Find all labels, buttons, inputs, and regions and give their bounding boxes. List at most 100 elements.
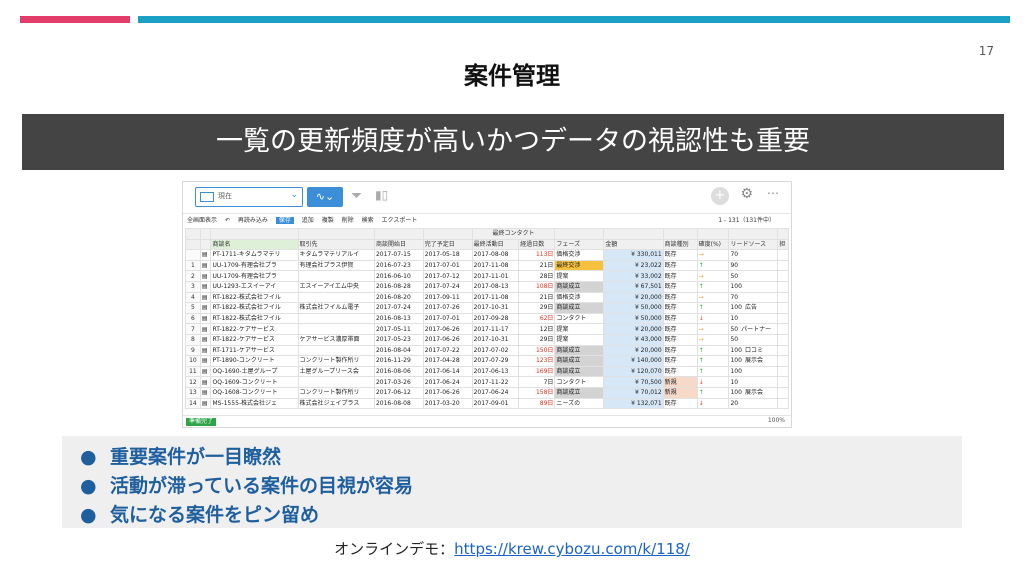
col-header-deal-name[interactable]: 商談名 xyxy=(210,238,299,251)
cell-owner[interactable] xyxy=(777,270,789,282)
cell-client[interactable]: 有理会社プラス伊賀 xyxy=(297,259,375,272)
cell-last-activity[interactable]: 2017-11-01 xyxy=(471,270,520,282)
cell-amount[interactable]: ¥ 50,000 xyxy=(603,312,664,325)
cell-client[interactable]: 株式会社フイルム電子 xyxy=(297,302,375,314)
cell-amount[interactable]: ¥ 50,000 xyxy=(603,302,664,314)
bar-chart-icon[interactable]: ▮▯ xyxy=(375,188,388,202)
cell-direction[interactable]: ↑ xyxy=(696,344,730,357)
cell-deal-name[interactable]: RT-1822-株式会社フイル xyxy=(210,302,299,314)
cell-elapsed-days[interactable]: 123日 xyxy=(518,355,556,367)
cell-elapsed-days[interactable]: 62日 xyxy=(518,312,556,325)
cell-deal-name[interactable]: RT-1822-ケアサービス xyxy=(210,323,299,335)
cell-end-date[interactable]: 2017-06-26 xyxy=(422,333,473,346)
cell-client[interactable] xyxy=(297,291,375,304)
cell-owner[interactable] xyxy=(777,291,789,304)
cell-deal-name[interactable]: OQ-1690-土屋グループ xyxy=(210,365,299,378)
table-row[interactable]: 9 ▤ RT-1711-ケアサービス 2016-08-04 2017-07-22 2017… xyxy=(185,344,789,357)
cell-elapsed-days[interactable]: 108日 xyxy=(518,280,556,293)
table-row[interactable]: 7 ▤ RT-1822-ケアサービス 2017-05-11 2017-06-26 2017… xyxy=(185,323,789,335)
cell-elapsed-days[interactable]: 158日 xyxy=(518,386,556,399)
cell-end-date[interactable]: 2017-07-24 xyxy=(422,280,473,293)
undo-icon[interactable]: ↶ xyxy=(225,217,230,224)
cell-start-date[interactable]: 2017-05-11 xyxy=(373,323,424,335)
col-header-owner[interactable]: 担 xyxy=(777,238,789,251)
cell-amount[interactable]: ¥ 20,000 xyxy=(603,323,664,335)
cell-direction[interactable]: → xyxy=(696,270,730,282)
cell-last-activity[interactable]: 2017-06-13 xyxy=(471,365,520,378)
cell-last-activity[interactable]: 2017-10-31 xyxy=(471,333,520,346)
cell-amount[interactable]: ¥ 140,000 xyxy=(603,355,664,367)
col-header-amount[interactable]: 金額 xyxy=(603,238,664,251)
cell-client[interactable]: コンクリート製作所リ xyxy=(297,355,375,367)
cell-deal-type[interactable]: 既存 xyxy=(662,270,698,282)
cell-last-activity[interactable]: 2017-08-13 xyxy=(471,280,520,293)
cell-client[interactable]: コンクリート製作所リ xyxy=(297,386,375,399)
cell-owner[interactable] xyxy=(777,323,789,335)
search-button[interactable]: 検索 xyxy=(362,217,374,224)
cell-end-date[interactable]: 2017-05-18 xyxy=(422,249,473,261)
cell-deal-name[interactable]: UU-1709-有理会社プラ xyxy=(210,259,299,272)
cell-elapsed-days[interactable]: 113日 xyxy=(518,249,556,261)
table-row[interactable]: 5 ▤ RT-1822-株式会社フイル 株式会社フイルム電子 2017-07-24 201… xyxy=(185,302,789,314)
table-row[interactable]: 3 ▤ UU-1293-エスイーアイ エスイーアイエム中央 2016-08-28 2017… xyxy=(185,280,789,293)
cell-end-date[interactable]: 2017-06-26 xyxy=(422,323,473,335)
cell-deal-name[interactable]: RT-1822-株式会社フイル xyxy=(210,291,299,304)
cell-lead-source[interactable]: 20 xyxy=(728,397,779,410)
cell-direction[interactable]: ↑ xyxy=(696,280,730,293)
col-header-deal-type[interactable]: 商談種別 xyxy=(662,238,698,251)
cell-owner[interactable] xyxy=(777,333,789,346)
cell-amount[interactable]: ¥ 70,012 xyxy=(603,386,664,399)
cell-deal-name[interactable]: OQ-1608-コンクリート xyxy=(210,386,299,399)
cell-amount[interactable]: ¥ 23,022 xyxy=(603,259,664,272)
cell-deal-name[interactable]: RT-1822-株式会社フイル xyxy=(210,312,299,325)
cell-deal-type[interactable]: 新規 xyxy=(662,386,698,399)
cell-lead-source[interactable]: 100 xyxy=(728,280,779,293)
cell-start-date[interactable]: 2016-08-04 xyxy=(373,344,424,357)
cell-elapsed-days[interactable]: 29日 xyxy=(518,333,556,346)
cell-deal-type[interactable]: 既存 xyxy=(662,323,698,335)
cell-phase[interactable]: 提案 xyxy=(554,323,605,335)
cell-direction[interactable]: ↑ xyxy=(696,355,730,367)
table-row[interactable]: 1 ▤ UU-1709-有理会社プラ 有理会社プラス伊賀 2016-07-23 2017-… xyxy=(185,259,789,272)
cell-deal-type[interactable]: 既存 xyxy=(662,333,698,346)
filter-icon[interactable]: ⏷ xyxy=(351,188,362,204)
cell-end-date[interactable]: 2017-04-28 xyxy=(422,355,473,367)
cell-lead-source[interactable]: 100 展示会 xyxy=(728,355,779,367)
demo-link[interactable]: https://krew.cybozu.com/k/118/ xyxy=(454,540,690,558)
cell-elapsed-days[interactable]: 89日 xyxy=(518,397,556,410)
cell-start-date[interactable]: 2016-07-23 xyxy=(373,259,424,272)
cell-lead-source[interactable]: 100 展示会 xyxy=(728,386,779,399)
cell-last-activity[interactable]: 2017-09-01 xyxy=(471,397,520,410)
cell-start-date[interactable]: 2016-08-13 xyxy=(373,312,424,325)
cell-owner[interactable] xyxy=(777,344,789,357)
cell-elapsed-days[interactable]: 169日 xyxy=(518,365,556,378)
cell-elapsed-days[interactable]: 21日 xyxy=(518,259,556,272)
cell-amount[interactable]: ¥ 33,002 xyxy=(603,270,664,282)
cell-deal-name[interactable]: UU-1293-エスイーアイ xyxy=(210,280,299,293)
cell-owner[interactable] xyxy=(777,312,789,325)
cell-end-date[interactable]: 2017-07-01 xyxy=(422,312,473,325)
cell-deal-type[interactable]: 既存 xyxy=(662,280,698,293)
cell-lead-source[interactable]: 10 xyxy=(728,312,779,325)
cell-end-date[interactable]: 2017-06-14 xyxy=(422,365,473,378)
cell-deal-name[interactable]: UU-1709-有理会社プラ xyxy=(210,270,299,282)
cell-start-date[interactable]: 2016-08-28 xyxy=(373,280,424,293)
cell-amount[interactable]: ¥ 120,070 xyxy=(603,365,664,378)
cell-end-date[interactable]: 2017-06-24 xyxy=(422,376,473,388)
export-button[interactable]: エクスポート xyxy=(382,217,418,224)
cell-owner[interactable] xyxy=(777,376,789,388)
cell-owner[interactable] xyxy=(777,397,789,410)
cell-phase[interactable]: 商談成立 xyxy=(554,355,605,367)
cell-elapsed-days[interactable]: 150日 xyxy=(518,344,556,357)
cell-lead-source[interactable]: 50 xyxy=(728,270,779,282)
cell-start-date[interactable]: 2017-07-15 xyxy=(373,249,424,261)
cell-client[interactable]: キタムラマテリアルイ xyxy=(297,249,375,261)
cell-end-date[interactable]: 2017-07-01 xyxy=(422,259,473,272)
cell-direction[interactable]: → xyxy=(696,323,730,335)
cell-owner[interactable] xyxy=(777,280,789,293)
cell-phase[interactable]: ニーズの xyxy=(554,397,605,410)
cell-deal-type[interactable]: 既存 xyxy=(662,397,698,410)
cell-elapsed-days[interactable]: 29日 xyxy=(518,302,556,314)
table-row[interactable]: 6 ▤ RT-1822-株式会社フイル 2016-08-13 2017-07-01 201… xyxy=(185,312,789,325)
cell-amount[interactable]: ¥ 43,000 xyxy=(603,333,664,346)
